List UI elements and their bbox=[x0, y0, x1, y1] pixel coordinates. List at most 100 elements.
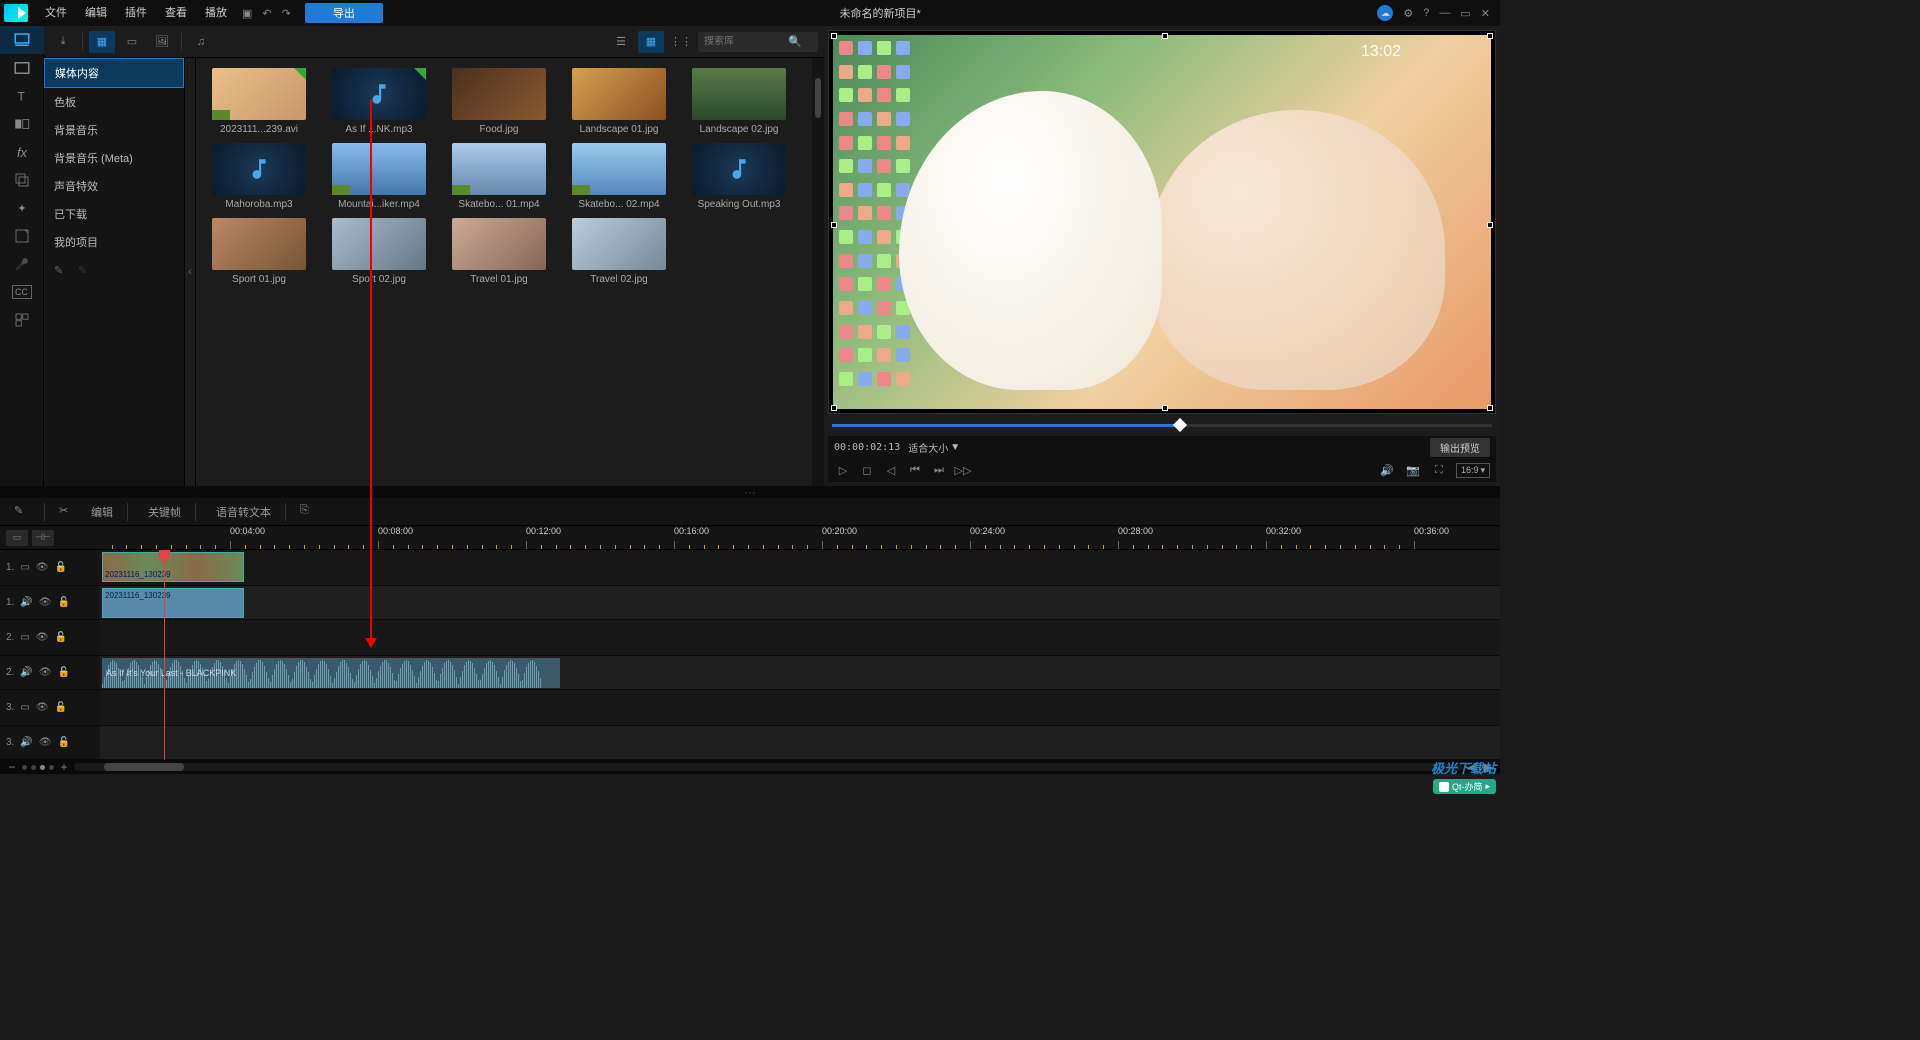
snap-toggle-icon[interactable]: ⊣⊢ bbox=[32, 530, 54, 546]
crop-handle-tl[interactable] bbox=[831, 33, 837, 39]
brush-icon[interactable]: ✎ bbox=[14, 504, 30, 520]
tag-add-icon[interactable]: ✎ bbox=[54, 264, 72, 282]
cloud-icon[interactable]: ☁ bbox=[1377, 5, 1393, 21]
media-item[interactable]: Mountai...iker.mp4 bbox=[320, 143, 438, 210]
media-item[interactable]: Speaking Out.mp3 bbox=[680, 143, 798, 210]
track-body[interactable]: As If It's Your Last - BLACKPINK bbox=[100, 656, 1500, 689]
prev-frame-icon[interactable]: ◁ bbox=[882, 461, 900, 479]
crop-handle-rc[interactable] bbox=[1487, 222, 1493, 228]
audio-clip[interactable]: 20231116_130239 bbox=[102, 588, 244, 618]
scrollbar-vertical[interactable] bbox=[815, 78, 821, 118]
keyframe-label[interactable]: 关键帧 bbox=[148, 504, 181, 520]
tag-remove-icon[interactable]: ✎ bbox=[78, 264, 96, 282]
crop-handle-lc[interactable] bbox=[831, 222, 837, 228]
timeline-scrollbar[interactable] bbox=[74, 763, 1462, 771]
crop-handle-tc[interactable] bbox=[1162, 33, 1168, 39]
stop-icon[interactable]: ◻ bbox=[858, 461, 876, 479]
volume-icon[interactable]: 🔊 bbox=[1378, 461, 1396, 479]
visibility-icon[interactable]: 👁 bbox=[39, 737, 52, 748]
media-item[interactable]: As If ...NK.mp3 bbox=[320, 68, 438, 135]
track-view-toggle-icon[interactable]: ▭ bbox=[6, 530, 28, 546]
search-box[interactable]: 🔍 bbox=[698, 32, 818, 52]
panel-divider[interactable]: ⋯ bbox=[0, 486, 1500, 498]
rail-particle-icon[interactable]: ✦ bbox=[0, 194, 44, 222]
audio-clip[interactable]: As If It's Your Last - BLACKPINK bbox=[102, 658, 560, 688]
filter-all-icon[interactable]: ▦ bbox=[89, 31, 115, 53]
undo-icon[interactable]: ↶ bbox=[262, 7, 271, 20]
rail-image-icon[interactable] bbox=[0, 54, 44, 82]
menu-play[interactable]: 播放 bbox=[196, 0, 236, 26]
fullscreen-icon[interactable]: ⛶ bbox=[1430, 461, 1448, 479]
snapshot-icon[interactable]: 📷 bbox=[1404, 461, 1422, 479]
filter-audio-icon[interactable]: ♫ bbox=[188, 31, 214, 53]
scrub-head[interactable] bbox=[1173, 417, 1187, 431]
track-body[interactable]: 20231116_130239 bbox=[100, 550, 1500, 585]
menu-plugin[interactable]: 插件 bbox=[116, 0, 156, 26]
media-item[interactable]: Landscape 02.jpg bbox=[680, 68, 798, 135]
track-body[interactable] bbox=[100, 726, 1500, 759]
rail-audio-icon[interactable]: 🎤 bbox=[0, 250, 44, 278]
settings-icon[interactable]: ⚙ bbox=[1403, 7, 1413, 20]
rail-sticker-icon[interactable] bbox=[0, 222, 44, 250]
copy-icon[interactable]: ⎘ bbox=[300, 504, 316, 520]
category-downloaded[interactable]: 已下载 bbox=[44, 200, 184, 228]
time-ruler[interactable]: 00:04:0000:08:0000:12:0000:16:0000:20:00… bbox=[100, 526, 1500, 549]
import-icon[interactable]: ⤓ bbox=[50, 31, 76, 53]
media-item[interactable]: Skatebo... 01.mp4 bbox=[440, 143, 558, 210]
rail-template-icon[interactable] bbox=[0, 306, 44, 334]
menu-edit[interactable]: 编辑 bbox=[76, 0, 116, 26]
zoom-dropdown[interactable]: 适合大小 ▼ bbox=[908, 440, 960, 455]
scrub-bar[interactable] bbox=[828, 414, 1496, 436]
media-item[interactable]: Sport 02.jpg bbox=[320, 218, 438, 285]
category-media-content[interactable]: 媒体内容 bbox=[44, 58, 184, 88]
rail-media-icon[interactable] bbox=[0, 26, 44, 54]
filter-video-icon[interactable]: ▭ bbox=[119, 31, 145, 53]
category-bgm-meta[interactable]: 背景音乐 (Meta) bbox=[44, 144, 184, 172]
aspect-ratio-dropdown[interactable]: 16:9▾ bbox=[1456, 463, 1490, 478]
lock-icon[interactable]: 🔓 bbox=[55, 562, 67, 573]
rail-fx-icon[interactable]: fx bbox=[0, 138, 44, 166]
search-input[interactable] bbox=[704, 36, 784, 47]
redo-icon[interactable]: ↷ bbox=[282, 7, 291, 20]
crop-handle-bc[interactable] bbox=[1162, 405, 1168, 411]
export-button[interactable]: 导出 bbox=[305, 3, 383, 23]
media-item[interactable]: Skatebo... 02.mp4 bbox=[560, 143, 678, 210]
media-item[interactable]: Travel 02.jpg bbox=[560, 218, 678, 285]
rail-subtitle-icon[interactable]: CC bbox=[12, 285, 32, 299]
video-clip[interactable]: 20231116_130239 bbox=[102, 552, 244, 582]
visibility-icon[interactable]: 👁 bbox=[36, 562, 49, 573]
zoom-in-icon[interactable]: + bbox=[58, 761, 70, 773]
next-frame-icon[interactable]: ▷▷ bbox=[954, 461, 972, 479]
view-detail-icon[interactable]: ⋮⋮ bbox=[668, 31, 694, 53]
rail-overlay-icon[interactable] bbox=[0, 166, 44, 194]
view-grid-icon[interactable]: ▦ bbox=[638, 31, 664, 53]
category-bgm[interactable]: 背景音乐 bbox=[44, 116, 184, 144]
minimize-icon[interactable]: — bbox=[1439, 7, 1450, 19]
lock-icon[interactable]: 🔓 bbox=[55, 632, 67, 643]
crop-handle-br[interactable] bbox=[1487, 405, 1493, 411]
lock-icon[interactable]: 🔓 bbox=[58, 597, 70, 608]
crop-handle-bl[interactable] bbox=[831, 405, 837, 411]
lock-icon[interactable]: 🔓 bbox=[58, 667, 70, 678]
rail-text-icon[interactable]: T bbox=[0, 82, 44, 110]
crop-handle-tr[interactable] bbox=[1487, 33, 1493, 39]
lock-icon[interactable]: 🔓 bbox=[58, 737, 70, 748]
play-icon[interactable]: ▷ bbox=[834, 461, 852, 479]
collapse-handle[interactable]: ‹ bbox=[184, 58, 196, 486]
zoom-out-icon[interactable]: − bbox=[6, 761, 18, 773]
visibility-icon[interactable]: 👁 bbox=[39, 667, 52, 678]
output-preview-button[interactable]: 输出预览 bbox=[1430, 438, 1490, 457]
visibility-icon[interactable]: 👁 bbox=[36, 702, 49, 713]
rewind-icon[interactable]: ⏮ bbox=[906, 461, 924, 479]
preview-viewport[interactable]: 13:02 bbox=[828, 30, 1496, 414]
visibility-icon[interactable]: 👁 bbox=[39, 597, 52, 608]
media-item[interactable]: Mahoroba.mp3 bbox=[200, 143, 318, 210]
media-item[interactable]: Food.jpg bbox=[440, 68, 558, 135]
cut-icon[interactable]: ✂ bbox=[59, 504, 75, 520]
layout-save-icon[interactable]: ▣ bbox=[242, 7, 252, 20]
media-item[interactable]: Travel 01.jpg bbox=[440, 218, 558, 285]
forward-icon[interactable]: ⏭ bbox=[930, 461, 948, 479]
filter-image-icon[interactable]: 🖼 bbox=[149, 31, 175, 53]
category-sound-fx[interactable]: 声音特效 bbox=[44, 172, 184, 200]
close-icon[interactable]: ✕ bbox=[1481, 7, 1490, 20]
